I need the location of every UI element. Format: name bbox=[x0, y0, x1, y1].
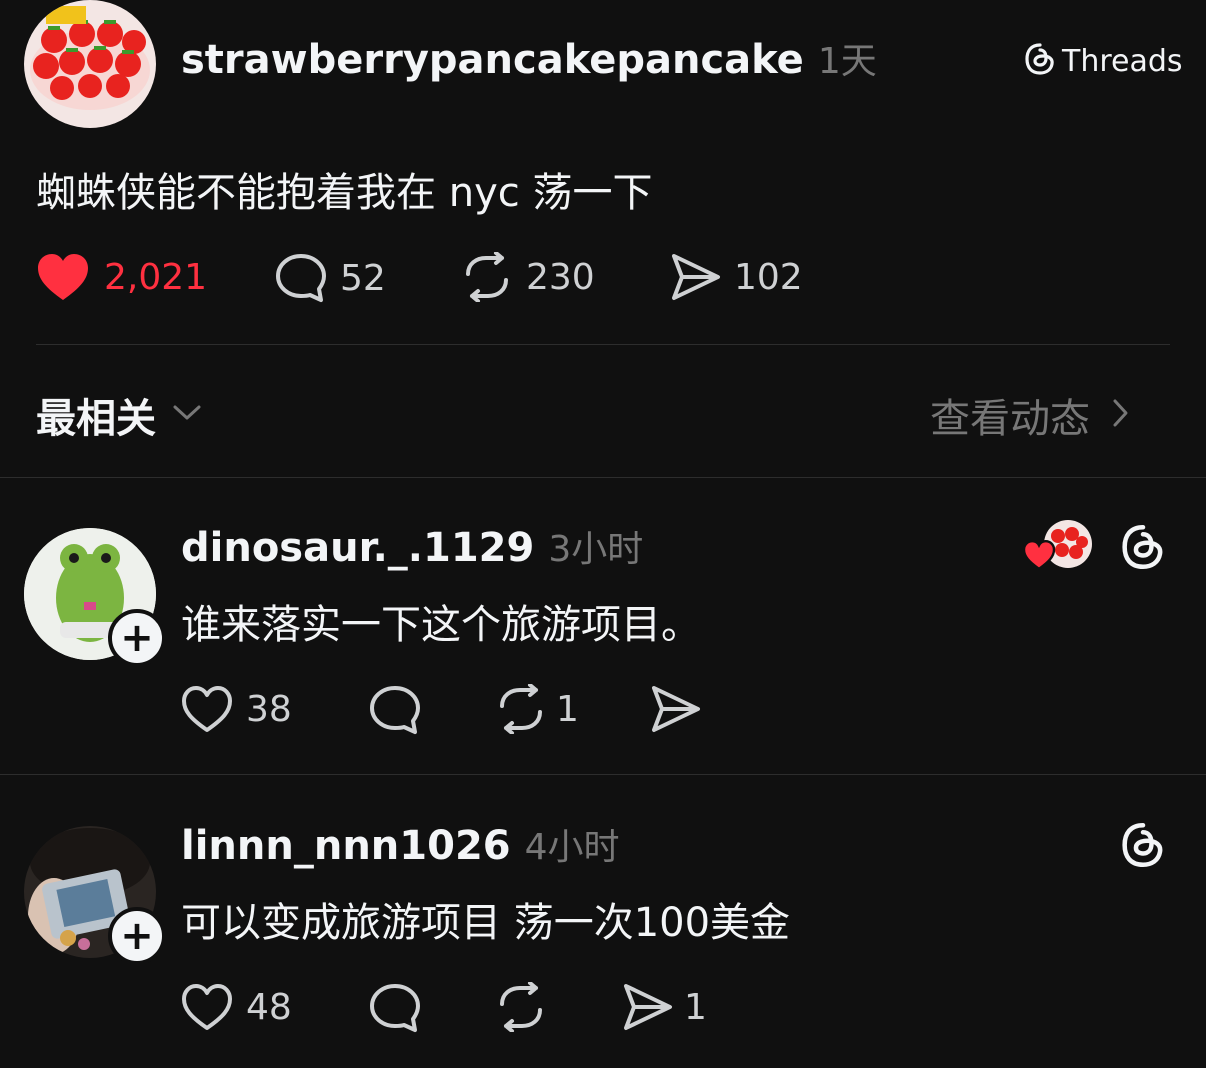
heart-outline-icon bbox=[180, 684, 234, 734]
comment-count: 52 bbox=[340, 257, 386, 299]
repost-button[interactable] bbox=[494, 982, 548, 1032]
comment-button[interactable] bbox=[368, 684, 422, 736]
comment-button[interactable] bbox=[368, 982, 422, 1034]
share-count: 102 bbox=[734, 256, 803, 298]
repost-icon bbox=[460, 252, 514, 302]
view-activity-label: 查看动态 bbox=[930, 396, 1090, 442]
comment-icon bbox=[368, 982, 422, 1034]
reply-timestamp: 4小时 bbox=[524, 827, 620, 868]
reply-username[interactable]: dinosaur._.1129 bbox=[181, 525, 534, 571]
repost-icon bbox=[494, 684, 548, 734]
comment-icon bbox=[368, 684, 422, 736]
sort-label: 最相关 bbox=[36, 396, 156, 442]
chevron-right-icon bbox=[1112, 398, 1130, 432]
heart-outline-icon bbox=[180, 982, 234, 1032]
author-liked-indicator bbox=[1022, 520, 1092, 572]
divider bbox=[0, 774, 1206, 775]
like-button[interactable]: 38 bbox=[180, 684, 292, 734]
send-icon bbox=[622, 982, 674, 1032]
reply-timestamp: 3小时 bbox=[548, 529, 644, 570]
repost-count: 1 bbox=[556, 688, 579, 730]
heart-filled-icon bbox=[36, 252, 90, 302]
repost-count: 230 bbox=[526, 256, 595, 298]
repost-icon bbox=[494, 982, 548, 1032]
threads-icon-button[interactable] bbox=[1120, 523, 1166, 575]
threads-brand-badge[interactable]: Threads bbox=[1024, 42, 1183, 80]
post-timestamp: 1天 bbox=[817, 41, 877, 82]
repost-button[interactable]: 230 bbox=[460, 252, 595, 302]
like-count: 2,021 bbox=[104, 256, 208, 298]
like-button[interactable]: 48 bbox=[180, 982, 292, 1032]
like-count: 38 bbox=[246, 688, 292, 730]
reply-text: 谁来落实一下这个旅游项目。 bbox=[181, 602, 701, 648]
follow-plus-button[interactable]: + bbox=[108, 907, 166, 965]
chevron-down-icon bbox=[172, 404, 202, 426]
reply-text: 可以变成旅游项目 荡一次100美金 bbox=[181, 900, 791, 946]
comment-button[interactable]: 52 bbox=[274, 252, 386, 304]
share-button[interactable]: 1 bbox=[622, 982, 707, 1032]
post-text: 蜘蛛侠能不能抱着我在 nyc 荡一下 bbox=[36, 170, 653, 216]
threads-brand-label: Threads bbox=[1062, 43, 1183, 79]
like-count: 48 bbox=[246, 986, 292, 1028]
send-icon bbox=[670, 252, 722, 302]
like-button[interactable]: 2,021 bbox=[36, 252, 207, 302]
repost-button[interactable]: 1 bbox=[494, 684, 579, 734]
divider bbox=[0, 477, 1206, 478]
share-button[interactable] bbox=[650, 684, 702, 734]
share-count: 1 bbox=[684, 986, 707, 1028]
follow-plus-button[interactable]: + bbox=[108, 609, 166, 667]
divider bbox=[36, 344, 1170, 345]
send-icon bbox=[650, 684, 702, 734]
threads-logo-icon bbox=[1024, 42, 1056, 80]
threads-icon-button[interactable] bbox=[1120, 821, 1166, 873]
view-activity-link[interactable]: 查看动态 bbox=[930, 386, 1130, 444]
heart-filled-icon bbox=[1022, 539, 1056, 574]
share-button[interactable]: 102 bbox=[670, 252, 803, 302]
post-author-avatar[interactable] bbox=[24, 0, 156, 128]
reply-username[interactable]: linnn_nnn1026 bbox=[181, 823, 511, 869]
post-author-username[interactable]: strawberrypancakepancake bbox=[181, 37, 804, 83]
comment-icon bbox=[274, 252, 328, 304]
sort-dropdown[interactable]: 最相关 bbox=[36, 386, 202, 444]
